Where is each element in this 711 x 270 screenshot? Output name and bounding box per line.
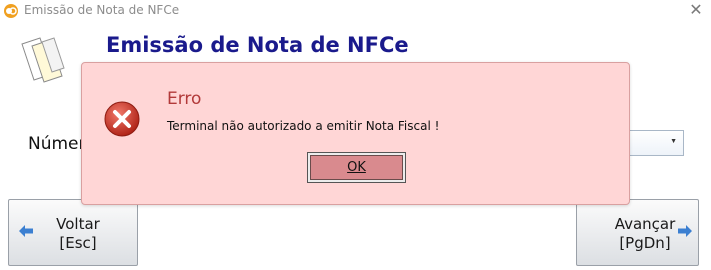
close-icon: ✕ xyxy=(689,2,703,19)
title-bar: Emissão de Nota de NFCe ✕ xyxy=(0,0,711,22)
next-button-line1: Avançar xyxy=(614,215,676,233)
arrow-left-icon xyxy=(19,225,33,237)
ok-button[interactable]: OK xyxy=(307,152,406,183)
error-x-icon xyxy=(104,101,140,137)
next-button[interactable]: Avançar [PgDn] xyxy=(576,199,699,266)
ok-button-label: OK xyxy=(310,155,403,180)
app-logo-icon xyxy=(4,4,18,18)
back-button-label: Voltar [Esc] xyxy=(45,215,111,253)
chevron-down-icon: ▼ xyxy=(670,138,677,145)
error-dialog: Erro Terminal não autorizado a emitir No… xyxy=(81,62,630,205)
next-button-label: Avançar [PgDn] xyxy=(607,215,683,253)
back-button-shortcut: [Esc] xyxy=(59,234,97,252)
documents-icon xyxy=(21,37,65,83)
page-title: Emissão de Nota de NFCe xyxy=(106,33,409,57)
back-button[interactable]: Voltar [Esc] xyxy=(8,199,138,266)
next-button-shortcut: [PgDn] xyxy=(619,234,671,252)
close-button[interactable]: ✕ xyxy=(687,2,705,20)
number-field-label: Númer xyxy=(28,134,86,154)
dialog-message: Terminal não autorizado a emitir Nota Fi… xyxy=(167,119,440,133)
main-window: Emissão de Nota de NFCe ✕ Emissão de Not… xyxy=(0,0,711,270)
arrow-right-icon xyxy=(678,225,692,237)
back-button-line1: Voltar xyxy=(56,215,100,233)
window-title: Emissão de Nota de NFCe xyxy=(24,3,180,17)
dialog-title: Erro xyxy=(167,89,202,109)
